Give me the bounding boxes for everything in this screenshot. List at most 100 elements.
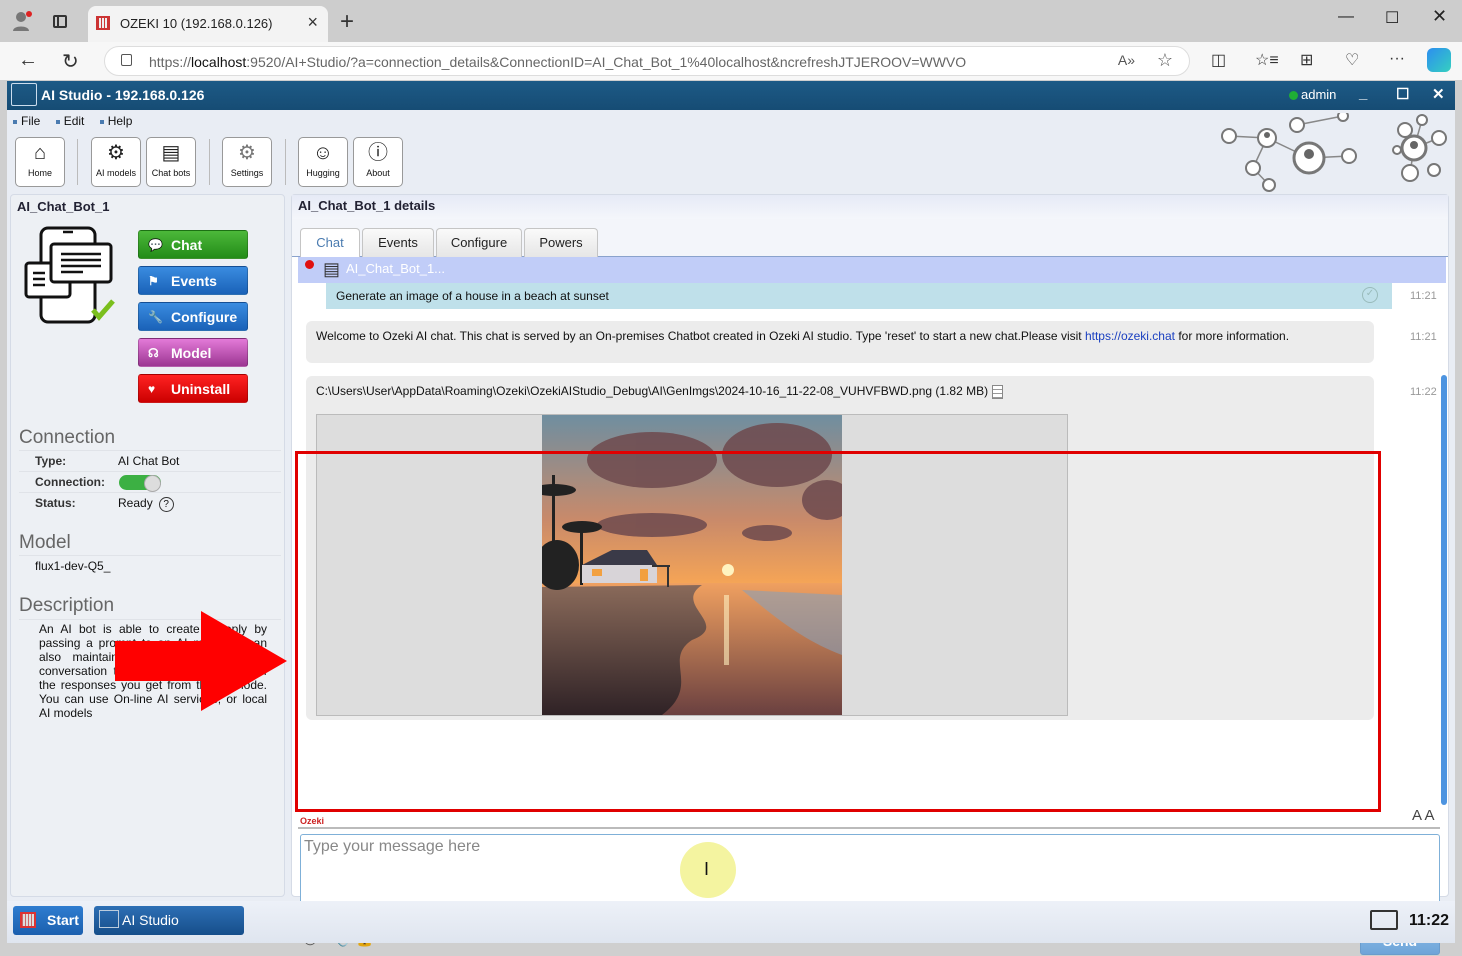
toolbar-home-button[interactable]: ⌂ Home: [15, 137, 65, 187]
url-host: localhost: [191, 54, 247, 70]
chat-bots-icon: ▤: [161, 142, 181, 164]
events-action-button[interactable]: ⚑ Events: [138, 266, 248, 295]
tab-configure[interactable]: Configure: [436, 228, 522, 257]
ozeki-start-icon: [20, 912, 36, 928]
copilot-icon[interactable]: [1427, 48, 1451, 72]
menu-file[interactable]: File: [13, 114, 40, 128]
desktop-monitor-icon[interactable]: [1370, 910, 1398, 930]
type-label: Type:: [35, 454, 67, 468]
toolbar-ai-models-button[interactable]: ⚙ AI models: [91, 137, 141, 187]
start-button[interactable]: Start: [13, 906, 83, 935]
taskbar: Start AI Studio 11:22: [7, 901, 1455, 943]
browser-tab[interactable]: OZEKI 10 (192.168.0.126) ×: [88, 6, 328, 42]
uninstall-action-button[interactable]: ♥ Uninstall: [138, 374, 248, 403]
taskbar-app-label: AI Studio: [122, 912, 179, 928]
chat-header: ▤ AI_Chat_Bot_1...: [298, 257, 1446, 283]
maximize-window-icon[interactable]: ☐: [1385, 8, 1399, 28]
button-label: Model: [171, 345, 212, 361]
gear-icon: ⚙: [238, 142, 256, 164]
back-icon[interactable]: ←: [18, 49, 38, 72]
message-text-after: for more information.: [1174, 329, 1290, 343]
toolbar-label: Home: [27, 168, 52, 178]
tab-powers[interactable]: Powers: [524, 228, 598, 257]
app-maximize-icon[interactable]: ☐: [1396, 85, 1409, 103]
start-label: Start: [47, 912, 79, 928]
font-size-toggle[interactable]: A A: [1412, 807, 1435, 824]
home-icon: ⌂: [33, 142, 47, 164]
profile-icon[interactable]: [12, 10, 34, 32]
type-row: Type: AI Chat Bot: [19, 450, 281, 471]
chatbot-icon: ▤: [323, 259, 341, 279]
sender-label: Ozeki: [300, 816, 325, 826]
help-icon[interactable]: ?: [158, 497, 174, 512]
toolbar-label: Hugging: [306, 168, 340, 178]
status-row: Status: Ready?: [19, 492, 281, 513]
button-label: Configure: [171, 309, 238, 325]
connection-toggle[interactable]: [119, 475, 161, 492]
refresh-icon[interactable]: ↻: [62, 49, 79, 74]
url-field[interactable]: https://localhost:9520/AI+Studio/?a=conn…: [104, 46, 1190, 76]
tab-chat[interactable]: Chat: [300, 228, 360, 258]
connection-properties: Type: AI Chat Bot Connection: Status: Read…: [19, 450, 281, 513]
read-aloud-icon[interactable]: A»: [1118, 52, 1135, 68]
app-title-bar: AI Studio - 192.168.0.126 admin _ ☐ ✕: [7, 81, 1455, 110]
unread-indicator-icon: [305, 260, 314, 269]
chat-action-button[interactable]: 💬 Chat: [138, 230, 248, 259]
more-icon[interactable]: ···: [1389, 50, 1405, 68]
taskbar-ai-studio[interactable]: AI Studio: [94, 906, 244, 935]
wrench-icon: 🔧: [148, 310, 163, 324]
model-row: flux1-dev-Q5_: [19, 555, 281, 576]
app-close-icon[interactable]: ✕: [1432, 85, 1445, 103]
file-icon[interactable]: [992, 384, 1004, 399]
lock-icon: [121, 54, 132, 66]
toolbar-chat-bots-button[interactable]: ▤ Chat bots: [146, 137, 196, 187]
tab-actions-icon[interactable]: [53, 15, 67, 28]
menu-edit[interactable]: Edit: [56, 114, 85, 128]
status-label: Status:: [35, 496, 76, 510]
favorite-star-icon[interactable]: ☆: [1157, 50, 1173, 71]
text-cursor-icon: I: [704, 859, 710, 879]
favorites-icon[interactable]: ☆≡: [1255, 50, 1279, 70]
address-bar-row: ← ↻ https://localhost:9520/AI+Studio/?a=…: [0, 42, 1462, 80]
browser-tab-title: OZEKI 10 (192.168.0.126): [120, 16, 273, 31]
toolbar-settings-button[interactable]: ⚙ Settings: [222, 137, 272, 187]
ai-studio-logo-icon: [11, 83, 37, 106]
highlight-box: [295, 451, 1381, 812]
ozeki-chat-link[interactable]: https://ozeki.chat: [1085, 329, 1175, 343]
app-title: AI Studio - 192.168.0.126: [41, 87, 205, 103]
user-name[interactable]: admin: [1301, 87, 1336, 102]
minimize-window-icon[interactable]: —: [1338, 8, 1354, 26]
collections-icon[interactable]: ⊞: [1300, 50, 1313, 70]
file-path-text[interactable]: C:\Users\User\AppData\Roaming\Ozeki\Ozek…: [316, 384, 988, 398]
new-tab-icon[interactable]: +: [340, 8, 354, 36]
connection-heading: Connection: [19, 427, 116, 448]
connection-details-panel: AI_Chat_Bot_1 details Chat Events Config…: [291, 194, 1449, 955]
ozeki-favicon-icon: [96, 16, 110, 30]
browser-tab-bar: OZEKI 10 (192.168.0.126) × + — ☐ ✕: [0, 0, 1462, 42]
annotation-arrow-icon: [115, 611, 287, 711]
network-decoration-icon: [1221, 113, 1447, 192]
toolbar-separator: [285, 139, 286, 185]
status-value: Ready: [118, 496, 153, 510]
tab-events[interactable]: Events: [362, 228, 434, 257]
model-heading: Model: [19, 532, 71, 553]
configure-action-button[interactable]: 🔧 Configure: [138, 302, 248, 331]
online-status-icon: [1289, 91, 1298, 100]
button-label: Chat: [171, 237, 203, 253]
toolbar-label: Chat bots: [151, 168, 191, 178]
app-minimize-icon[interactable]: _: [1359, 85, 1367, 102]
model-value: flux1-dev-Q5_: [35, 559, 111, 573]
close-window-icon[interactable]: ✕: [1432, 6, 1447, 27]
split-screen-icon[interactable]: ◫: [1211, 50, 1226, 70]
toolbar-hugging-button[interactable]: ☺ Hugging: [298, 137, 348, 187]
model-head-icon: ☊: [148, 346, 159, 360]
details-tabs: Chat Events Configure Powers: [292, 219, 1448, 258]
menu-help[interactable]: Help: [100, 114, 133, 128]
browser-essentials-icon[interactable]: ♡: [1345, 50, 1359, 70]
button-label: Events: [171, 273, 217, 289]
toolbar-about-button[interactable]: ⓘ About: [353, 137, 403, 187]
close-tab-icon[interactable]: ×: [307, 12, 318, 33]
chat-scrollbar[interactable]: [1441, 375, 1447, 805]
model-action-button[interactable]: ☊ Model: [138, 338, 248, 367]
message-text: Welcome to Ozeki AI chat. This chat is s…: [316, 329, 1085, 343]
